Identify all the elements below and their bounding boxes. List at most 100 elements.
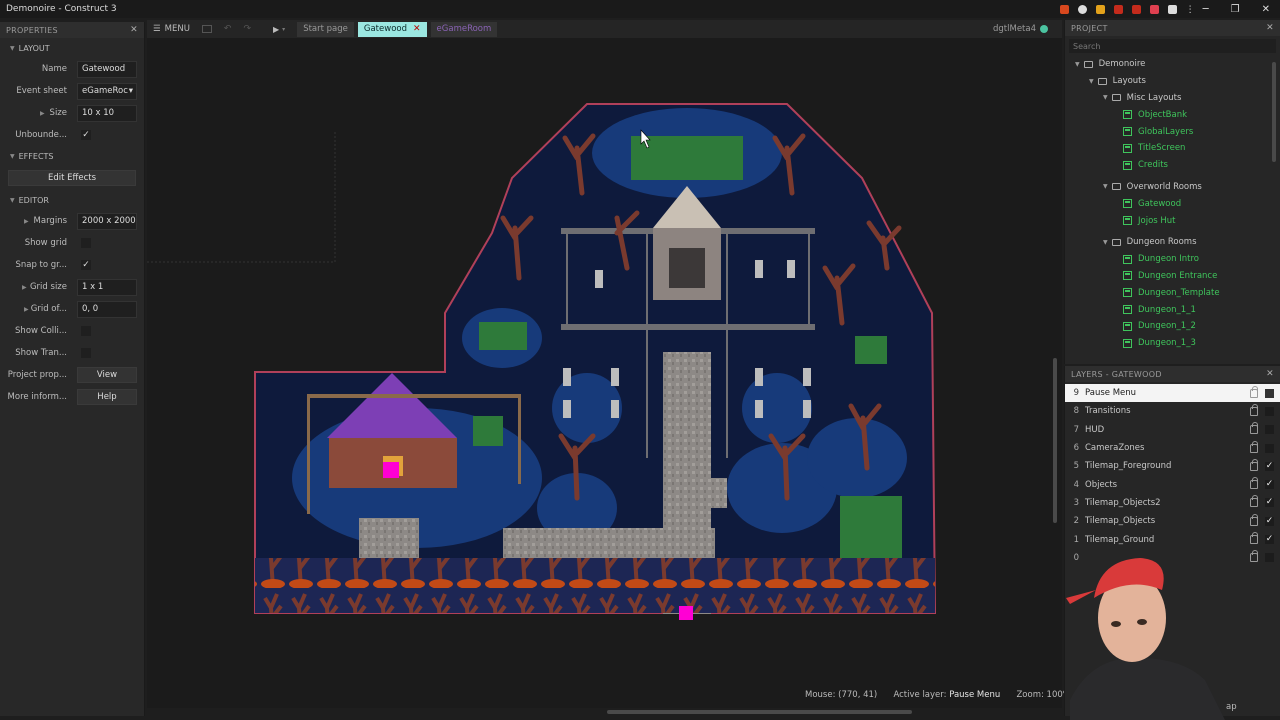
tree-root[interactable]: ▼ Demonoire [1065, 56, 1280, 73]
tree-dungeon-rooms[interactable]: ▼ Dungeon Rooms [1065, 234, 1280, 251]
caret-right-icon[interactable]: ▶ [40, 110, 45, 117]
event-sheet-select[interactable]: eGameRoc ▾ [77, 82, 137, 100]
shirt-shape [1070, 657, 1225, 720]
lock-icon[interactable] [1250, 440, 1258, 453]
more-icon[interactable]: ⋮ [1186, 5, 1195, 15]
play-button[interactable]: ▶ [273, 25, 279, 34]
unbounded-checkbox[interactable]: ✓ [81, 130, 91, 140]
section-editor[interactable]: ▼ EDITOR [0, 190, 144, 210]
canvas-horizontal-scrollbar[interactable] [607, 710, 912, 714]
tab-egameroom[interactable]: eGameRoom [430, 21, 498, 37]
save-icon[interactable] [201, 25, 212, 33]
lock-icon[interactable] [1250, 422, 1258, 435]
tree-item-globallayers[interactable]: GlobalLayers [1065, 123, 1280, 140]
lock-icon[interactable] [1250, 403, 1258, 416]
tree-item-dungeon-1-3[interactable]: Dungeon_1_3 [1065, 335, 1280, 352]
caret-right-icon[interactable]: ▶ [22, 284, 27, 291]
minimize-button[interactable]: ─ [1203, 4, 1209, 15]
visibility-checkbox[interactable]: ✓ [1265, 516, 1274, 526]
grid-offset-field[interactable]: 0, 0 [77, 300, 137, 318]
size-field[interactable]: 10 x 10 [77, 104, 137, 122]
show-collision-checkbox[interactable] [81, 326, 91, 336]
edit-effects-button[interactable]: Edit Effects [8, 170, 136, 186]
lock-icon[interactable] [1250, 477, 1258, 490]
canvas-vertical-scrollbar[interactable] [1053, 358, 1057, 523]
close-tab-icon[interactable]: ✕ [413, 24, 421, 34]
layer-row[interactable]: 1 Tilemap_Ground ✓ [1065, 530, 1280, 548]
tab-start-page[interactable]: Start page [297, 21, 354, 37]
lock-icon[interactable] [1250, 458, 1258, 471]
layer-row[interactable]: 4 Objects ✓ [1065, 475, 1280, 493]
close-button[interactable]: ✕ [1262, 4, 1270, 15]
section-layout[interactable]: ▼ LAYOUT [0, 38, 144, 58]
tab-gatewood[interactable]: Gatewood ✕ [357, 21, 427, 37]
lock-icon[interactable] [1250, 495, 1258, 508]
caret-right-icon[interactable]: ▶ [24, 218, 29, 225]
visibility-checkbox[interactable] [1265, 443, 1274, 453]
layer-row[interactable]: 8 Transitions [1065, 402, 1280, 420]
tree-item-credits[interactable]: Credits [1065, 157, 1280, 174]
tree-layouts[interactable]: ▼ Layouts [1065, 73, 1280, 90]
properties-close-icon[interactable]: ✕ [130, 25, 138, 35]
tree-item-dungeon-1-2[interactable]: Dungeon_1_2 [1065, 318, 1280, 335]
tree-item-jojos-hut[interactable]: Jojos Hut [1065, 212, 1280, 229]
show-grid-checkbox[interactable] [81, 238, 91, 248]
visibility-checkbox[interactable] [1265, 425, 1274, 435]
tree-item-gatewood[interactable]: Gatewood [1065, 195, 1280, 212]
circle-icon[interactable] [1077, 4, 1087, 14]
caret-right-icon[interactable]: ▶ [24, 306, 29, 313]
user-tag[interactable]: dgtlMeta4 [993, 24, 1062, 34]
play-dropdown-icon[interactable]: ▾ [282, 26, 285, 33]
layer-row[interactable]: 2 Tilemap_Objects ✓ [1065, 512, 1280, 530]
lock-icon[interactable] [1250, 385, 1258, 398]
layer-row[interactable]: 5 Tilemap_Foreground ✓ [1065, 457, 1280, 475]
section-effects[interactable]: ▼ EFFECTS [0, 146, 144, 166]
media-icon[interactable] [1149, 4, 1159, 14]
layout-icon [1123, 160, 1132, 170]
project-search-input[interactable]: Search [1069, 39, 1276, 53]
pdf-icon[interactable] [1113, 4, 1123, 14]
lock-icon[interactable] [1250, 532, 1258, 545]
recording-icon[interactable] [1059, 4, 1069, 14]
tree-item-dungeon-template[interactable]: Dungeon_Template [1065, 284, 1280, 301]
project-close-icon[interactable]: ✕ [1266, 23, 1274, 33]
tree-item-dungeon-intro[interactable]: Dungeon Intro [1065, 251, 1280, 268]
visibility-checkbox[interactable] [1265, 406, 1274, 416]
margins-field[interactable]: 2000 x 2000 [77, 212, 137, 230]
menu-button[interactable]: ☰ MENU [147, 24, 196, 34]
tree-overworld-rooms[interactable]: ▼ Overworld Rooms [1065, 179, 1280, 196]
puzzle-icon[interactable] [1167, 4, 1177, 14]
visibility-checkbox[interactable]: ✓ [1265, 535, 1274, 545]
view-button[interactable]: View [77, 367, 137, 383]
layer-row[interactable]: 6 CameraZones [1065, 439, 1280, 457]
redo-icon[interactable]: ↷ [243, 24, 251, 34]
help-button[interactable]: Help [77, 389, 137, 405]
visibility-checkbox[interactable]: ✓ [1265, 461, 1274, 471]
layer-row[interactable]: 3 Tilemap_Objects2 ✓ [1065, 494, 1280, 512]
layout-canvas[interactable]: Mouse: (770, 41) Active layer: Pause Men… [147, 38, 1071, 714]
exit-marker[interactable] [679, 606, 693, 620]
visibility-checkbox[interactable]: ✓ [1265, 498, 1274, 508]
adobe-icon[interactable] [1131, 4, 1141, 14]
visibility-checkbox[interactable]: ✓ [1265, 480, 1274, 490]
tree-misc-layouts[interactable]: ▼ Misc Layouts [1065, 90, 1280, 107]
spawn-marker[interactable] [383, 462, 399, 478]
visibility-checkbox[interactable] [1265, 388, 1274, 398]
tree-item-titlescreen[interactable]: TitleScreen [1065, 140, 1280, 157]
tree-item-dungeon-1-1[interactable]: Dungeon_1_1 [1065, 301, 1280, 318]
layers-close-icon[interactable]: ✕ [1266, 369, 1274, 379]
tilemap-view[interactable] [147, 38, 1062, 708]
layer-row[interactable]: 9 Pause Menu [1065, 384, 1280, 403]
maximize-button[interactable]: ❐ [1231, 4, 1240, 15]
grid-size-field[interactable]: 1 x 1 [77, 278, 137, 296]
tree-item-objectbank[interactable]: ObjectBank [1065, 106, 1280, 123]
layer-row[interactable]: 7 HUD [1065, 421, 1280, 439]
snap-checkbox[interactable]: ✓ [81, 260, 91, 270]
lock-icon[interactable] [1250, 513, 1258, 526]
tree-item-dungeon-entrance[interactable]: Dungeon Entrance [1065, 268, 1280, 285]
name-field[interactable]: Gatewood [77, 60, 137, 78]
project-scrollbar[interactable] [1272, 62, 1276, 162]
bolt-icon[interactable] [1095, 4, 1105, 14]
undo-icon[interactable]: ↶ [224, 24, 232, 34]
show-translucent-checkbox[interactable] [81, 348, 91, 358]
